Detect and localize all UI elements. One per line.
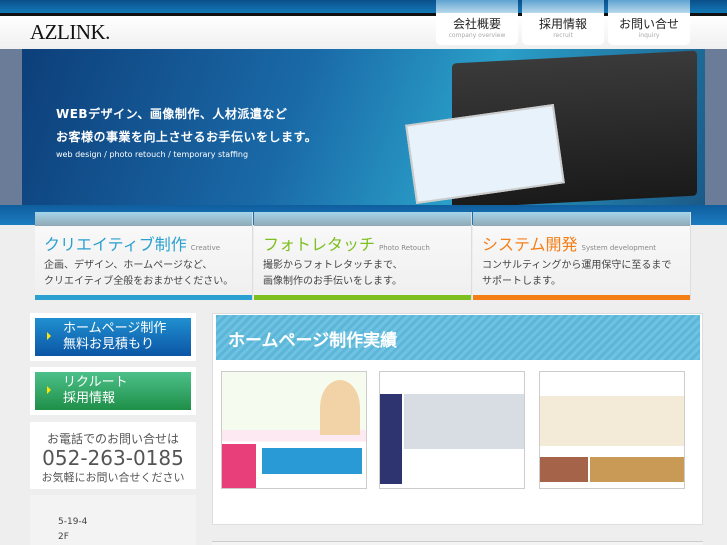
service-creative[interactable]: クリエイティブ制作 Creative 企画、デザイン、ホームページなど、クリエイテ… xyxy=(35,212,253,300)
work-thumbnail[interactable] xyxy=(539,371,685,489)
button-line: 無料お見積もり xyxy=(63,337,155,352)
service-system-development[interactable]: システム開発 System development コンサルティングから運用保守に… xyxy=(473,212,691,300)
nav-sublabel: inquiry xyxy=(638,32,660,39)
thumb-block xyxy=(380,394,402,484)
thumb-block xyxy=(222,444,256,488)
phone-contact: お電話でのお問い合せは 052-263-0185 お気軽にお問い合せください xyxy=(30,422,196,489)
service-desc: コンサルティングから運用保守に至るまで サポートします。 xyxy=(482,258,671,290)
logo[interactable]: AZLINK. xyxy=(30,20,110,45)
service-title: システム開発 System development xyxy=(482,231,656,255)
tel-note: お気軽にお問い合せください xyxy=(41,471,185,484)
nav-label: お問い合せ xyxy=(618,17,679,31)
next-section xyxy=(212,541,703,545)
nav-inquiry[interactable]: お問い合せ inquiry xyxy=(608,0,690,45)
service-title-jp: クリエイティブ制作 xyxy=(44,235,187,254)
address: 5-19-4 2F xyxy=(30,495,196,545)
thumb-photo xyxy=(540,396,684,446)
nav-sublabel: company overview xyxy=(448,32,506,39)
hero-banner: WEBデザイン、画像制作、人材派遣など お客様の事業を向上させるお手伝いをします… xyxy=(22,49,705,205)
thumb-block xyxy=(540,457,588,482)
service-desc: 撮影からフォトレタッチまで、 画像制作のお手伝いをします。 xyxy=(263,258,403,290)
nav-recruit[interactable]: 採用情報 recruit xyxy=(522,0,604,45)
work-thumbnail[interactable] xyxy=(221,371,367,489)
desc-line: 撮影からフォトレタッチまで、 xyxy=(263,260,403,271)
service-desc: 企画、デザイン、ホームページなど、クリエイティブ全般をおまかせください。 xyxy=(44,258,233,290)
nav-sublabel: recruit xyxy=(553,32,573,39)
hero-line1: WEBデザイン、画像制作、人材派遣など xyxy=(56,107,288,121)
button-line: 採用情報 xyxy=(63,391,116,406)
estimate-button[interactable]: ホームページ制作 無料お見積もり xyxy=(30,313,196,361)
recruit-button-body: リクルート 採用情報 xyxy=(35,372,191,410)
thumb-photo xyxy=(404,394,524,449)
tel-number[interactable]: 052-263-0185 xyxy=(30,447,196,469)
recruit-button[interactable]: リクルート 採用情報 xyxy=(30,367,196,415)
estimate-button-body: ホームページ制作 無料お見積もり xyxy=(35,318,191,356)
desc-line: サポートします。 xyxy=(482,276,561,287)
hero-line2: お客様の事業を向上させるお手伝いをします。 xyxy=(56,130,318,144)
tel-label: お電話でのお問い合せは xyxy=(46,432,179,446)
button-line: ホームページ制作 xyxy=(63,321,167,336)
accent-bar xyxy=(254,295,471,300)
desc-line: コンサルティングから運用保守に至るまで xyxy=(482,260,672,271)
thumb-block xyxy=(590,457,684,482)
service-title-en: Creative xyxy=(190,244,221,252)
thumb-block xyxy=(262,448,362,474)
work-thumbnail[interactable] xyxy=(379,371,525,489)
service-title: フォトレタッチ Photo Retouch xyxy=(263,231,430,255)
section-title: ホームページ制作実績 xyxy=(216,315,700,360)
accent-bar xyxy=(35,295,252,300)
accent-bar xyxy=(473,295,690,300)
address-line: 2F xyxy=(58,532,69,542)
desc-line: 画像制作のお手伝いをします。 xyxy=(263,276,402,287)
service-title-en: System development xyxy=(581,244,657,252)
thumb-photo xyxy=(320,380,360,435)
address-line: 5-19-4 xyxy=(58,517,88,527)
nav-company-overview[interactable]: 会社概要 company overview xyxy=(436,0,518,45)
button-line: リクルート xyxy=(63,375,128,390)
service-title-jp: フォトレタッチ xyxy=(263,235,376,254)
desc-line: クリエイティブ全般をおまかせください。 xyxy=(44,276,234,287)
service-photo-retouch[interactable]: フォトレタッチ Photo Retouch 撮影からフォトレタッチまで、 画像制作の… xyxy=(254,212,472,300)
service-title-en: Photo Retouch xyxy=(379,244,430,252)
desc-line: 企画、デザイン、ホームページなど、 xyxy=(44,260,213,271)
service-title-jp: システム開発 xyxy=(482,235,578,254)
hero-line3: web design / photo retouch / temporary s… xyxy=(56,150,249,159)
nav-label: 採用情報 xyxy=(538,17,587,31)
service-title: クリエイティブ制作 Creative xyxy=(44,231,220,255)
works-section: ホームページ制作実績 xyxy=(212,313,703,525)
nav-label: 会社概要 xyxy=(452,17,501,31)
